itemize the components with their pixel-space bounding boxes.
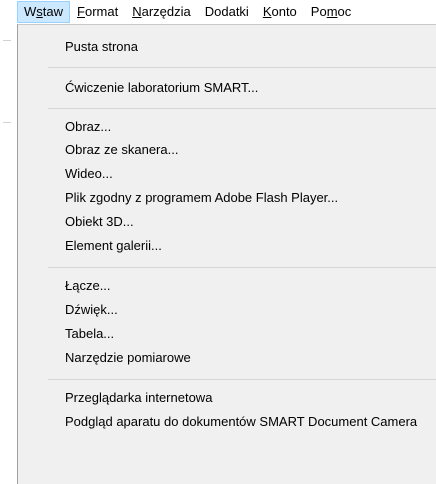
menu-item-pusta-strona[interactable]: Pusta strona: [18, 36, 436, 58]
menu-item-label: Element galerii...: [65, 238, 162, 253]
menu-item-wideo[interactable]: Wideo...: [18, 163, 436, 185]
menu-item-label: Pusta strona: [65, 39, 138, 54]
insert-menu-dropdown: Pusta strona Ćwiczenie laboratorium SMAR…: [17, 24, 436, 484]
background-strip: [0, 0, 17, 484]
menu-separator: [48, 67, 436, 68]
menu-pomoc-label: Pomoc: [310, 4, 352, 19]
menu-item-label: Obiekt 3D...: [65, 214, 134, 229]
menu-item-label: Ćwiczenie laboratorium SMART...: [65, 80, 259, 95]
menu-wstaw-label: Wstaw: [24, 4, 64, 19]
menu-item-label: Wideo...: [65, 166, 113, 181]
menu-item-przegladarka-internetowa[interactable]: Przeglądarka internetowa: [18, 387, 436, 409]
menu-item-label: Narzędzie pomiarowe: [65, 350, 191, 365]
menu-item-narzedzie-pomiarowe[interactable]: Narzędzie pomiarowe: [18, 347, 436, 369]
menu-item-tabela[interactable]: Tabela...: [18, 323, 436, 345]
menu-item-obraz[interactable]: Obraz...: [18, 116, 436, 138]
menu-item-plik-flash[interactable]: Plik zgodny z programem Adobe Flash Play…: [18, 187, 436, 209]
menu-item-cwiczenie-laboratorium[interactable]: Ćwiczenie laboratorium SMART...: [18, 77, 436, 99]
menu-item-label: Obraz ze skanera...: [65, 142, 179, 157]
menu-konto[interactable]: Konto: [256, 1, 304, 23]
menu-wstaw[interactable]: Wstaw: [17, 1, 71, 23]
menu-dodatki-label: Dodatki: [204, 4, 249, 19]
divider: [3, 122, 11, 123]
menu-narzedzia-label: Narzędzia: [132, 4, 191, 19]
menu-narzedzia[interactable]: Narzędzia: [125, 1, 198, 23]
menu-item-label: Obraz...: [65, 119, 112, 134]
menu-item-dzwiek[interactable]: Dźwięk...: [18, 299, 436, 321]
menu-format-label: Format: [77, 4, 119, 19]
menu-item-label: Łącze...: [65, 278, 111, 293]
menu-item-label: Podgląd aparatu do dokumentów SMART Docu…: [65, 414, 418, 429]
menu-format[interactable]: Format: [70, 1, 125, 23]
menu-pomoc[interactable]: Pomoc: [304, 1, 358, 23]
menu-item-label: Dźwięk...: [65, 302, 118, 317]
menu-separator: [48, 108, 436, 109]
menu-dodatki[interactable]: Dodatki: [198, 1, 256, 23]
menu-item-obraz-ze-skanera[interactable]: Obraz ze skanera...: [18, 139, 436, 161]
menu-item-lacze[interactable]: Łącze...: [18, 275, 436, 297]
menu-item-obiekt-3d[interactable]: Obiekt 3D...: [18, 211, 436, 233]
menu-konto-label: Konto: [262, 4, 297, 19]
menu-item-label: Plik zgodny z programem Adobe Flash Play…: [65, 190, 339, 205]
menu-item-element-galerii[interactable]: Element galerii...: [18, 235, 436, 257]
menu-separator: [48, 267, 436, 268]
menu-bar: Wstaw Format Narzędzia Dodatki Konto Pom…: [17, 0, 436, 24]
divider: [3, 40, 11, 41]
menu-item-label: Przeglądarka internetowa: [65, 390, 213, 405]
menu-item-label: Tabela...: [65, 326, 115, 341]
menu-item-podglad-aparatu[interactable]: Podgląd aparatu do dokumentów SMART Docu…: [18, 411, 436, 433]
menu-separator: [48, 379, 436, 380]
